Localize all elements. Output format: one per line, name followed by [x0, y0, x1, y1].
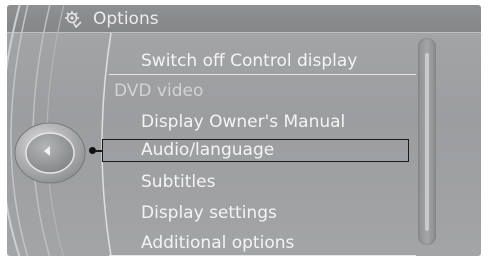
menu-item-subtitles[interactable]: Subtitles	[141, 169, 215, 195]
section-label-dvd-video: DVD video	[114, 81, 204, 101]
left-arrow-icon	[44, 146, 50, 156]
menu-divider	[109, 255, 416, 256]
menu-item-display-owners-manual[interactable]: Display Owner's Manual	[141, 109, 345, 135]
screenshot: Options Switch off Control display DVD v…	[0, 0, 488, 262]
scrollbar-thumb[interactable]	[425, 53, 429, 231]
menu-divider	[109, 74, 416, 75]
menu-item-display-settings[interactable]: Display settings	[141, 200, 277, 226]
menu-item-audio-language[interactable]: Audio/language	[141, 139, 274, 162]
menu-item-switch-off-display[interactable]: Switch off Control display	[141, 48, 357, 74]
control-display: Options Switch off Control display DVD v…	[7, 5, 481, 256]
menu-item-additional-options[interactable]: Additional options	[141, 230, 294, 256]
